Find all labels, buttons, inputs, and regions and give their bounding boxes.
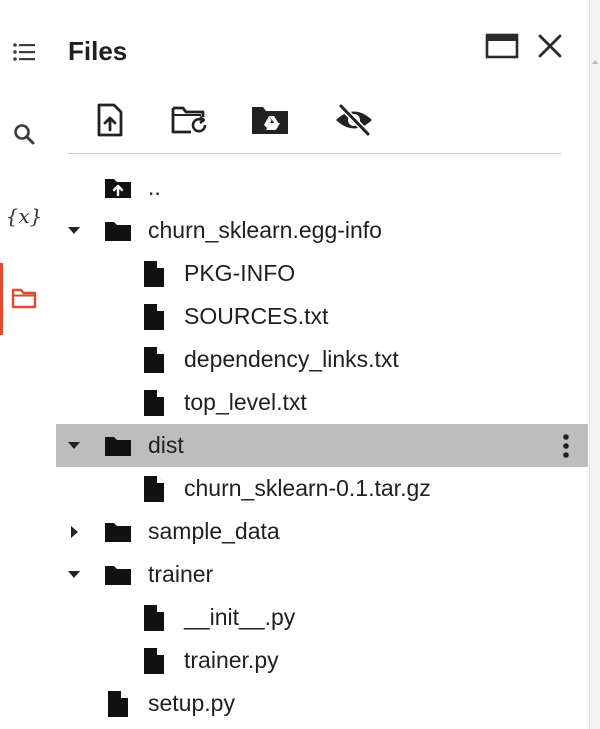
side-rail: {x} bbox=[0, 0, 48, 729]
more-vert-icon[interactable] bbox=[554, 428, 578, 464]
scrollbar[interactable] bbox=[589, 0, 600, 729]
tree-file-row[interactable]: __init__.py bbox=[56, 596, 588, 639]
drive-folder-icon[interactable] bbox=[248, 98, 292, 142]
tree-row-label: .. bbox=[148, 174, 161, 200]
upload-file-icon[interactable] bbox=[88, 98, 132, 142]
caret-down-icon[interactable] bbox=[66, 223, 82, 239]
caret-down-icon[interactable] bbox=[66, 567, 82, 583]
file-icon bbox=[140, 260, 168, 288]
variables-icon[interactable]: {x} bbox=[0, 196, 48, 236]
file-icon bbox=[140, 389, 168, 417]
tree-file-row[interactable]: churn_sklearn-0.1.tar.gz bbox=[56, 467, 588, 510]
tree-row-label: dist bbox=[148, 432, 184, 458]
file-icon bbox=[140, 475, 168, 503]
tree-row-label: churn_sklearn.egg-info bbox=[148, 217, 382, 243]
tree-file-row[interactable]: setup.py bbox=[56, 682, 588, 725]
tree-row-label: __init__.py bbox=[184, 604, 296, 630]
tree-row-label: PKG-INFO bbox=[184, 260, 296, 286]
tree-row-parent[interactable]: .. bbox=[56, 166, 588, 209]
tree-folder-row[interactable]: sample_data bbox=[56, 510, 588, 553]
file-icon bbox=[140, 346, 168, 374]
file-icon bbox=[140, 303, 168, 331]
toolbar-divider bbox=[68, 153, 561, 154]
variables-icon-label: {x} bbox=[5, 204, 43, 228]
close-icon[interactable] bbox=[530, 26, 570, 66]
tree-row-label: trainer.py bbox=[184, 647, 279, 673]
folder-refresh-icon[interactable] bbox=[168, 98, 212, 142]
tree-row-label: setup.py bbox=[148, 690, 235, 716]
files-panel: {x} Files .. churn_sklearn.egg-info PKG-… bbox=[0, 0, 600, 729]
file-icon bbox=[140, 604, 168, 632]
tree-file-row[interactable]: top_level.txt bbox=[56, 381, 588, 424]
file-icon bbox=[140, 647, 168, 675]
tree-row-label: trainer bbox=[148, 561, 214, 587]
window-icon[interactable] bbox=[482, 26, 522, 66]
folder-icon bbox=[104, 217, 132, 245]
eye-off-icon[interactable] bbox=[332, 98, 376, 142]
tree-row-label: dependency_links.txt bbox=[184, 346, 399, 372]
tree-row-label: top_level.txt bbox=[184, 389, 307, 415]
folder-icon bbox=[104, 432, 132, 460]
caret-right-icon[interactable] bbox=[66, 524, 82, 540]
file-tree: .. churn_sklearn.egg-info PKG-INFO SOURC… bbox=[56, 166, 588, 725]
folder-icon[interactable] bbox=[0, 278, 48, 318]
tree-folder-row-selected[interactable]: dist bbox=[56, 424, 588, 467]
file-icon bbox=[104, 690, 132, 718]
list-icon[interactable] bbox=[0, 32, 48, 72]
tree-file-row[interactable]: SOURCES.txt bbox=[56, 295, 588, 338]
caret-down-icon[interactable] bbox=[66, 438, 82, 454]
tree-row-label: SOURCES.txt bbox=[184, 303, 329, 329]
tree-file-row[interactable]: dependency_links.txt bbox=[56, 338, 588, 381]
tree-folder-row[interactable]: churn_sklearn.egg-info bbox=[56, 209, 588, 252]
folder-icon bbox=[104, 518, 132, 546]
panel-title: Files bbox=[68, 36, 128, 66]
tree-row-label: sample_data bbox=[148, 518, 280, 544]
scroll-up-icon[interactable] bbox=[592, 60, 598, 64]
search-icon[interactable] bbox=[0, 114, 48, 154]
tree-folder-row[interactable]: trainer bbox=[56, 553, 588, 596]
folder-icon bbox=[104, 561, 132, 589]
folder-up-icon bbox=[104, 174, 132, 202]
tree-row-label: churn_sklearn-0.1.tar.gz bbox=[184, 475, 431, 501]
tree-file-row[interactable]: PKG-INFO bbox=[56, 252, 588, 295]
tree-file-row[interactable]: trainer.py bbox=[56, 639, 588, 682]
